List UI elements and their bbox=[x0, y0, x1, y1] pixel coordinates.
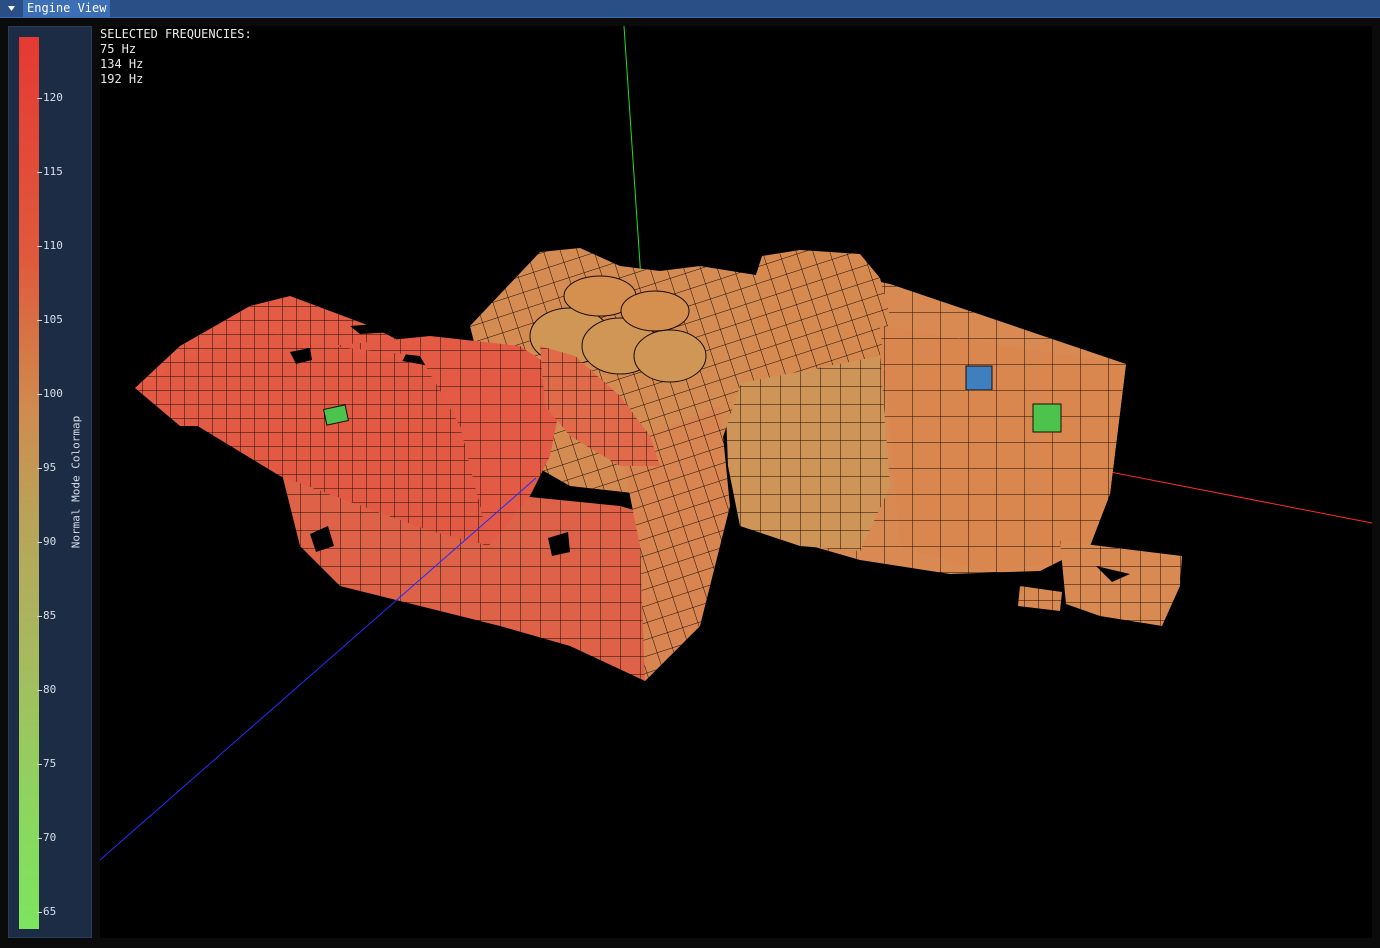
frequency-item: 192 Hz bbox=[100, 72, 144, 86]
colorbar-tick bbox=[37, 394, 42, 395]
colorbar-tick-label: 115 bbox=[43, 165, 63, 178]
frequency-item: 75 Hz bbox=[100, 42, 137, 56]
window-title[interactable]: Engine View bbox=[23, 0, 111, 17]
colorbar-tick-label: 80 bbox=[43, 683, 57, 696]
colorbar-tick bbox=[37, 542, 42, 543]
collapse-arrow-icon[interactable] bbox=[2, 1, 20, 16]
colorbar-tick bbox=[37, 320, 42, 321]
colorbar-tick bbox=[37, 246, 42, 247]
3d-viewport[interactable] bbox=[100, 26, 1372, 938]
colormap-gradient bbox=[19, 37, 39, 929]
colorbar-tick-label: 75 bbox=[43, 757, 57, 770]
colorbar-tick bbox=[37, 690, 42, 691]
colorbar-tick-label: 70 bbox=[43, 831, 57, 844]
colorbar-tick bbox=[37, 838, 42, 839]
colorbar-tick-label: 105 bbox=[43, 313, 63, 326]
colorbar-tick-label: 90 bbox=[43, 535, 57, 548]
colorbar-tick-label: 100 bbox=[43, 387, 63, 400]
x-axis-line bbox=[1099, 469, 1372, 524]
colorbar-title: Normal Mode Colormap bbox=[69, 415, 83, 549]
mesh-rear-block bbox=[725, 250, 1126, 574]
colorbar-tick bbox=[37, 616, 42, 617]
frequency-item: 134 Hz bbox=[100, 57, 144, 71]
colorbar-tick bbox=[37, 468, 42, 469]
colorbar-tick bbox=[37, 764, 42, 765]
colorbar-tick-label: 110 bbox=[43, 239, 63, 252]
selected-frequencies-overlay: SELECTED FREQUENCIES: 75 Hz 134 Hz 192 H… bbox=[100, 27, 252, 87]
colorbar-tick-label: 85 bbox=[43, 609, 57, 622]
highlight-cell-blue bbox=[965, 365, 993, 391]
overlay-heading: SELECTED FREQUENCIES: bbox=[100, 27, 252, 41]
highlight-cell-green bbox=[1032, 403, 1062, 433]
colorbar-tick-label: 120 bbox=[43, 91, 63, 104]
colorbar-tick bbox=[37, 172, 42, 173]
title-bar: Engine View bbox=[0, 0, 1380, 18]
engine-mesh-render[interactable] bbox=[100, 26, 1372, 938]
colorbar-tick-label: 65 bbox=[43, 905, 57, 918]
colorbar-tick-label: 95 bbox=[43, 461, 57, 474]
colorbar-tick bbox=[37, 98, 42, 99]
colorbar-tick bbox=[37, 912, 42, 913]
